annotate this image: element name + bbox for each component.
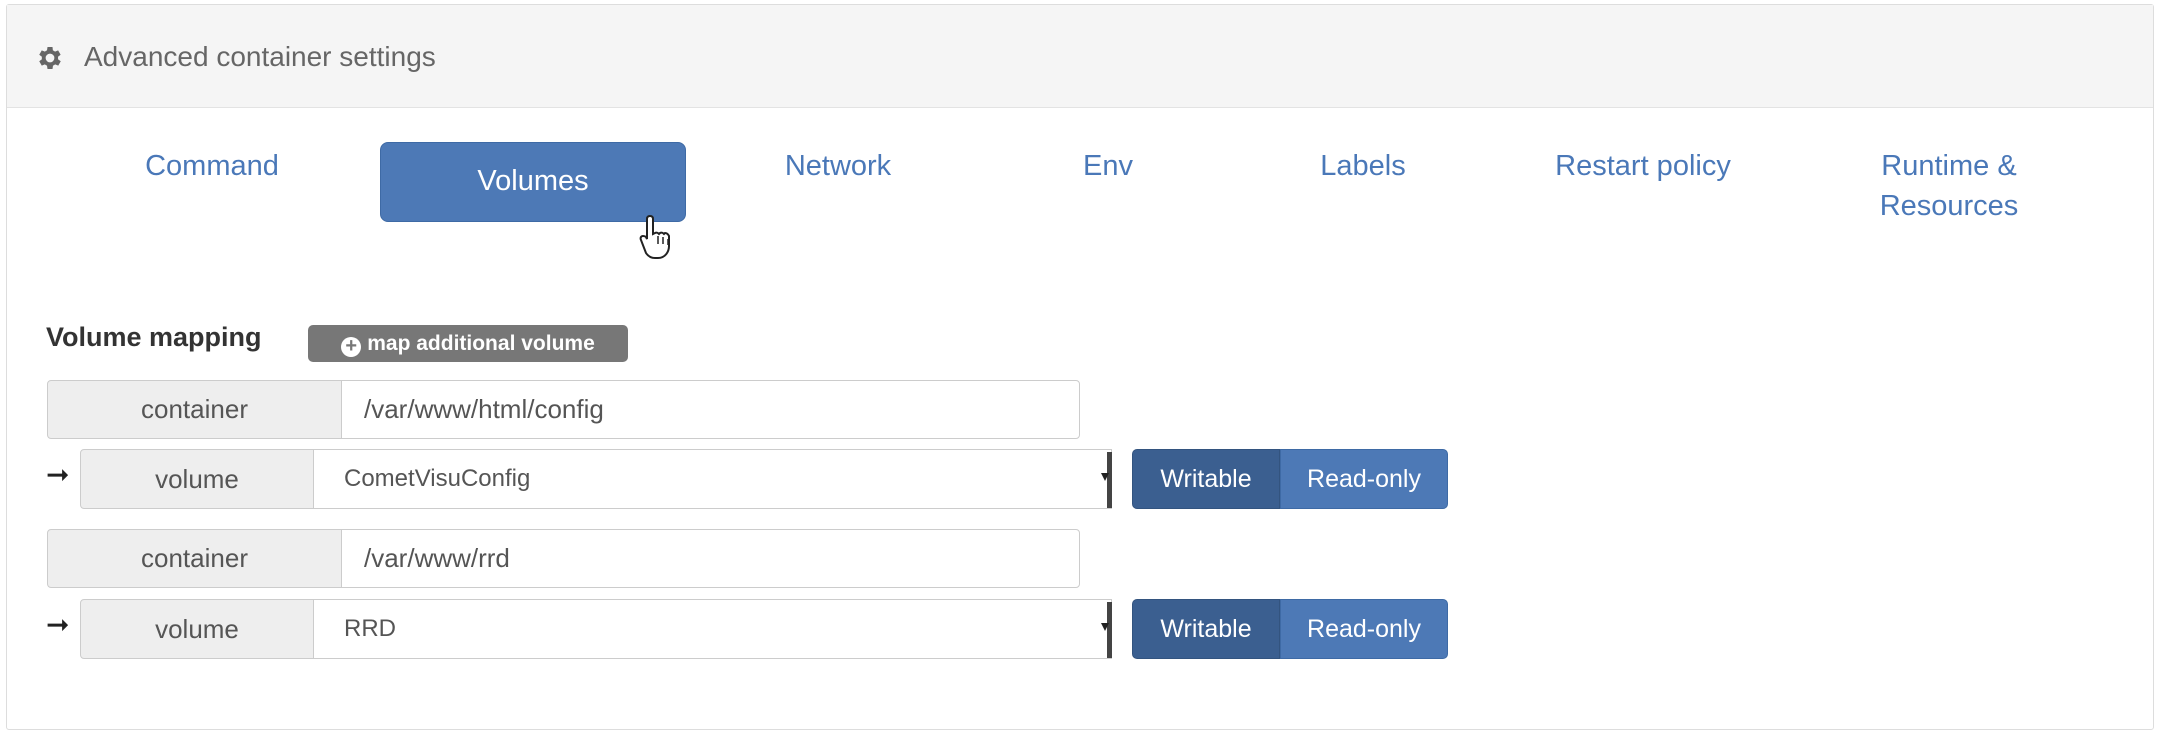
container-addon: container [47, 380, 342, 439]
tab-labels[interactable]: Labels [1270, 142, 1456, 222]
volume-addon: volume [80, 449, 314, 509]
container-addon: container [47, 529, 342, 588]
panel-header: Advanced container settings [7, 5, 2153, 108]
hand-pointer-icon [639, 214, 670, 259]
volume-select[interactable]: RRD [313, 599, 1112, 659]
volume-select[interactable]: CometVisuConfig [313, 449, 1112, 509]
volume-select-value: RRD [344, 615, 396, 642]
volume-mapping-title: Volume mapping [46, 322, 262, 352]
tab-command[interactable]: Command [100, 142, 324, 222]
writable-button[interactable]: Writable [1132, 599, 1280, 659]
tab-env[interactable]: Env [1040, 142, 1176, 222]
gear-icon [39, 47, 61, 69]
writable-button[interactable]: Writable [1132, 449, 1280, 509]
map-additional-volume-label: map additional volume [367, 332, 595, 355]
container-path-input[interactable]: /var/www/rrd [341, 529, 1080, 588]
readonly-button[interactable]: Read-only [1280, 599, 1448, 659]
access-mode-toggle: Writable Read-only [1132, 449, 1448, 509]
map-additional-volume-button[interactable]: + map additional volume [308, 325, 628, 362]
readonly-button[interactable]: Read-only [1280, 449, 1448, 509]
volume-select-value: CometVisuConfig [344, 465, 531, 492]
chevron-down-icon [1101, 623, 1109, 631]
arrow-right-icon: ➞ [46, 459, 70, 490]
volume-addon: volume [80, 599, 314, 659]
chevron-down-icon [1101, 473, 1109, 481]
tab-network[interactable]: Network [738, 142, 938, 222]
tab-restart-policy[interactable]: Restart policy [1526, 142, 1760, 222]
access-mode-toggle: Writable Read-only [1132, 599, 1448, 659]
plus-circle-icon: + [341, 336, 362, 357]
panel-title: Advanced container settings [84, 41, 436, 72]
container-path-input[interactable]: /var/www/html/config [341, 380, 1080, 439]
arrow-right-icon: ➞ [46, 609, 70, 640]
tab-volumes[interactable]: Volumes [380, 142, 686, 222]
tab-runtime-resources[interactable]: Runtime & Resources [1836, 142, 2062, 222]
